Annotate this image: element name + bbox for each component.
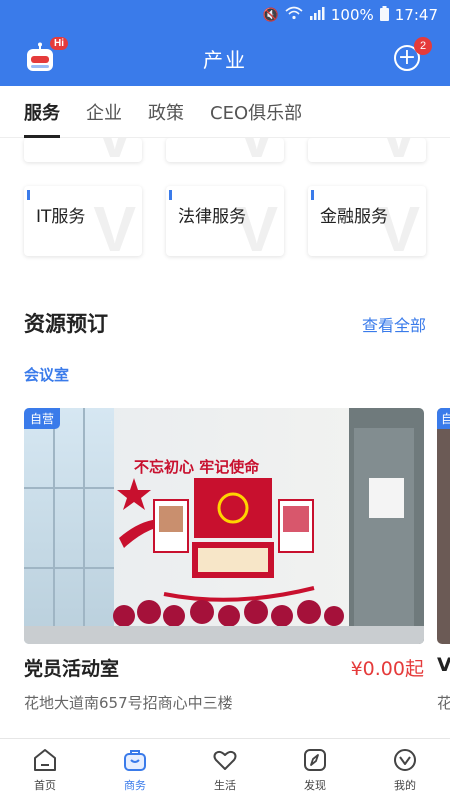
nav-label: 发现 bbox=[304, 779, 326, 792]
nav-profile[interactable]: 我的 bbox=[360, 739, 450, 800]
resource-price: ¥0.00起 bbox=[350, 658, 424, 680]
tab-policies[interactable]: 政策 bbox=[148, 86, 184, 138]
service-row: V IT服务 V 法律服务 V 金融服务 bbox=[24, 186, 426, 256]
service-label: 法律服务 bbox=[178, 207, 246, 227]
tab-ceo-club[interactable]: CEO俱乐部 bbox=[210, 86, 302, 138]
plus-icon: + bbox=[397, 45, 417, 70]
nav-label: 商务 bbox=[124, 779, 146, 792]
resource-category[interactable]: 会议室 bbox=[24, 364, 69, 385]
wall-slogan: 不忘初心 牢记使命 bbox=[134, 458, 260, 476]
heart-icon bbox=[213, 750, 237, 770]
resource-card-next[interactable]: 自 bbox=[437, 408, 450, 644]
nav-label: 生活 bbox=[214, 779, 236, 792]
resource-name: V bbox=[437, 654, 450, 676]
section-title: 资源预订 bbox=[24, 312, 108, 336]
nav-discover[interactable]: 发现 bbox=[270, 739, 360, 800]
compass-icon bbox=[304, 749, 326, 771]
service-label: IT服务 bbox=[36, 207, 86, 227]
main-content: V V V V IT服务 V 法律服务 V 金融服务 资源预订 查看全部 会议室… bbox=[0, 138, 450, 738]
category-tabs: 服务 企业 政策 CEO俱乐部 bbox=[0, 86, 450, 138]
tab-enterprises[interactable]: 企业 bbox=[86, 86, 122, 138]
mute-icon: 🔇 bbox=[262, 7, 279, 23]
home-icon bbox=[34, 749, 56, 771]
service-card-legal[interactable]: V 法律服务 bbox=[166, 186, 284, 256]
signal-icon bbox=[309, 6, 325, 24]
clock: 17:47 bbox=[394, 6, 438, 24]
resource-address: 花地大道南657号招商心中三楼 bbox=[24, 694, 233, 712]
meeting-room-photo: 自营 不忘初心 牢记使命 bbox=[24, 408, 424, 644]
wifi-icon bbox=[285, 6, 303, 24]
nav-life[interactable]: 生活 bbox=[180, 739, 270, 800]
nav-label: 首页 bbox=[34, 779, 56, 792]
bottom-navigation: 首页 商务 生活 发现 我的 bbox=[0, 738, 450, 800]
tab-services[interactable]: 服务 bbox=[24, 86, 60, 138]
page-title: 产业 bbox=[203, 47, 247, 72]
battery-icon bbox=[379, 5, 389, 25]
service-label: 金融服务 bbox=[320, 207, 388, 227]
service-card-finance[interactable]: V 金融服务 bbox=[308, 186, 426, 256]
view-all-link[interactable]: 查看全部 bbox=[362, 312, 426, 336]
service-card[interactable]: V bbox=[24, 138, 142, 162]
robot-hi-badge: Hi bbox=[50, 37, 68, 50]
self-operated-badge: 自 bbox=[437, 408, 450, 429]
profile-icon bbox=[394, 749, 416, 771]
nav-home[interactable]: 首页 bbox=[0, 739, 90, 800]
service-card[interactable]: V bbox=[308, 138, 426, 162]
self-operated-badge: 自营 bbox=[24, 408, 61, 429]
resource-card[interactable]: 自营 不忘初心 牢记使命 党员活动室 ¥0.00起 花地大道南657号招商心中三… bbox=[24, 408, 424, 712]
service-card-it[interactable]: V IT服务 bbox=[24, 186, 142, 256]
resource-name: 党员活动室 bbox=[24, 658, 120, 680]
resource-address: 花 bbox=[437, 694, 450, 712]
status-bar: 🔇 100% 17:47 bbox=[0, 0, 450, 30]
add-count-badge: 2 bbox=[414, 37, 432, 55]
nav-business[interactable]: 商务 bbox=[90, 739, 180, 800]
nav-label: 我的 bbox=[394, 779, 416, 792]
briefcase-icon bbox=[124, 750, 146, 771]
battery-percent: 100% bbox=[330, 6, 374, 24]
app-header: Hi 产业 + 2 bbox=[0, 30, 450, 86]
service-card[interactable]: V bbox=[166, 138, 284, 162]
service-row-partial: V V V bbox=[24, 138, 426, 162]
